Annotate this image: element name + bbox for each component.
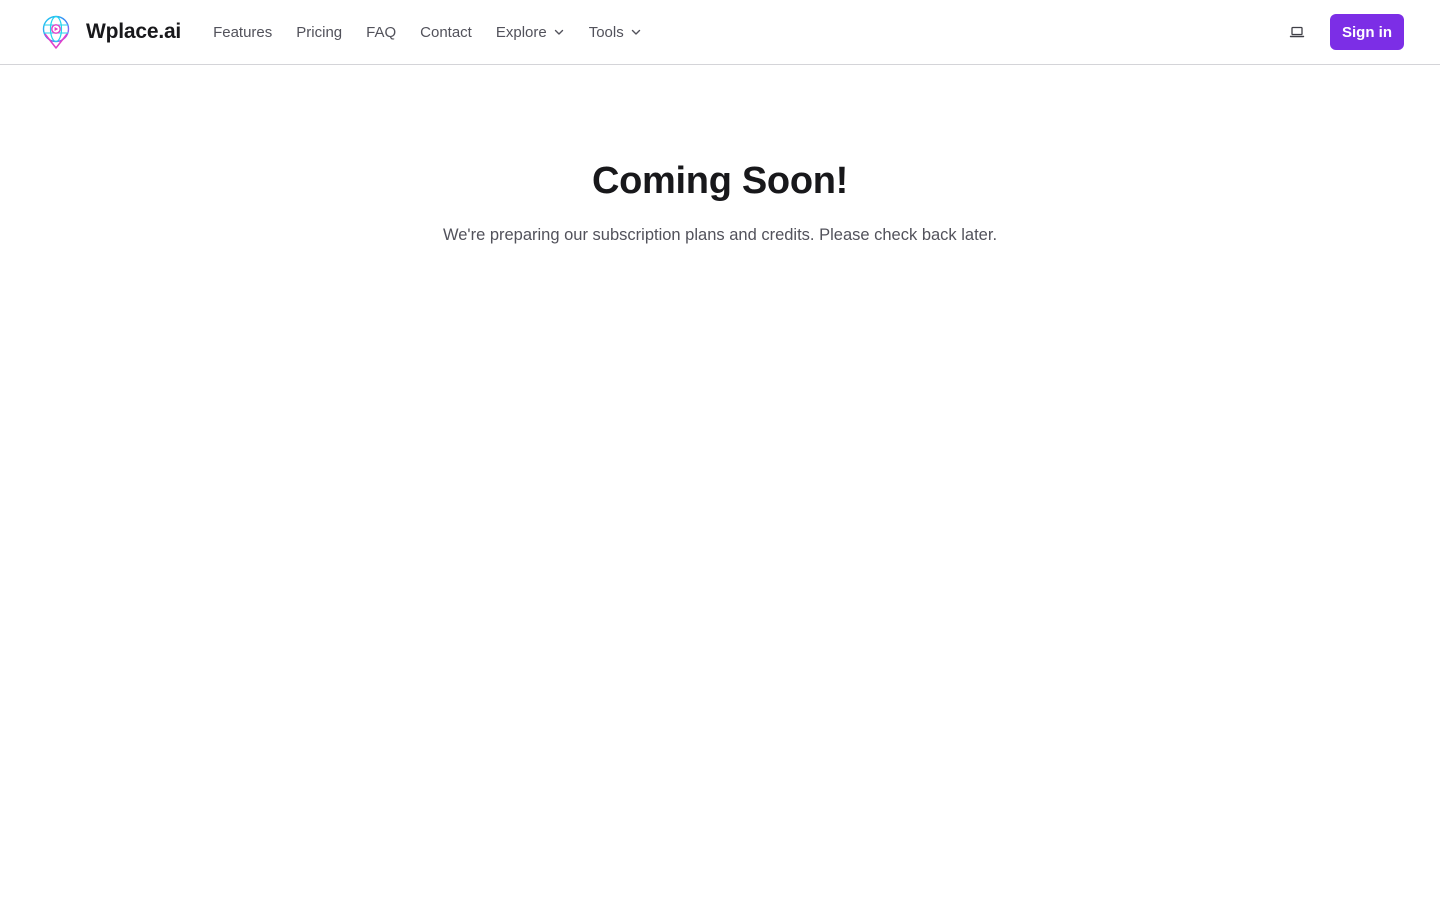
laptop-icon <box>1289 26 1305 38</box>
nav-contact-label: Contact <box>420 23 472 41</box>
coming-soon-section: Coming Soon! We're preparing our subscri… <box>0 159 1440 247</box>
chevron-down-icon <box>631 29 640 35</box>
chevron-down-icon <box>554 29 563 35</box>
main-content: Coming Soon! We're preparing our subscri… <box>0 65 1440 900</box>
nav-tools-label: Tools <box>588 23 624 41</box>
nav-contact[interactable]: Contact <box>420 24 472 41</box>
nav-pricing-label: Pricing <box>296 23 343 41</box>
page-subtitle: We're preparing our subscription plans a… <box>442 226 998 244</box>
nav-faq-label: FAQ <box>366 23 397 41</box>
nav-explore-dropdown[interactable]: Explore <box>496 24 565 41</box>
nav-faq[interactable]: FAQ <box>366 24 396 41</box>
nav-pricing[interactable]: Pricing <box>296 24 342 41</box>
nav-features[interactable]: Features <box>213 24 272 41</box>
brand-link[interactable]: Wplace.ai <box>40 14 181 50</box>
brand-name: Wplace.ai <box>86 20 182 43</box>
nav-tools-dropdown[interactable]: Tools <box>589 24 642 41</box>
sign-in-button[interactable]: Sign in <box>1330 14 1404 50</box>
header-actions: Sign in <box>1284 14 1404 50</box>
nav-explore-label: Explore <box>495 23 547 41</box>
logo-icon <box>42 15 70 49</box>
page-title: Coming Soon! <box>591 160 849 202</box>
theme-toggle-button[interactable] <box>1284 19 1310 45</box>
site-header: Wplace.ai Features Pricing FAQ Contact E… <box>0 0 1440 65</box>
main-nav: Features Pricing FAQ Contact Explore Too… <box>213 24 642 41</box>
nav-features-label: Features <box>213 23 273 41</box>
